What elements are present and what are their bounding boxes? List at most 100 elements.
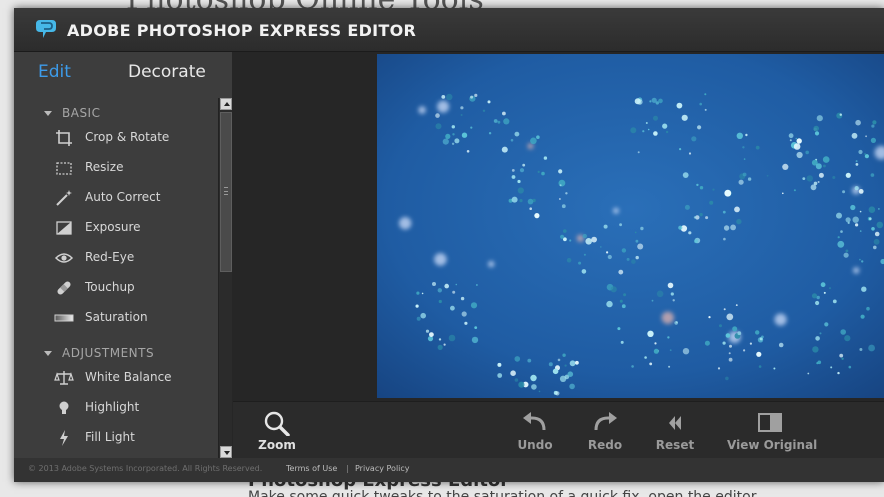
photo-image[interactable] [377, 54, 884, 398]
photo-droplet [865, 135, 867, 138]
photo-droplet [795, 137, 798, 140]
photo-bokeh [613, 207, 619, 214]
tool-red-eye[interactable]: Red-Eye [14, 246, 218, 270]
photo-droplet [631, 259, 636, 264]
photo-droplet [429, 332, 434, 337]
tool-fill-light[interactable]: Fill Light [14, 426, 218, 450]
photo-droplet [823, 164, 826, 168]
section-basic-label: BASIC [62, 106, 101, 120]
photo-bokeh [437, 100, 450, 113]
photo-droplet [450, 305, 455, 311]
scroll-thumb[interactable] [220, 112, 232, 272]
photo-droplet [510, 370, 516, 377]
photo-droplet [621, 304, 626, 309]
photo-droplet [845, 217, 851, 223]
photo-droplet [647, 128, 650, 131]
photo-droplet [674, 321, 678, 325]
footer: © 2013 Adobe Systems Incorporated. All R… [14, 458, 884, 482]
photo-droplet [435, 123, 442, 130]
photo-bokeh [399, 217, 412, 230]
photo-droplet [848, 365, 852, 369]
photo-droplet [482, 109, 486, 112]
saturation-icon [54, 314, 74, 322]
tool-touchup[interactable]: Touchup [14, 276, 218, 300]
photo-droplet [691, 136, 697, 142]
photo-droplet [662, 123, 668, 129]
photo-droplet [451, 125, 455, 129]
photo-droplet [734, 206, 740, 213]
redo-button[interactable]: Redo [583, 402, 627, 459]
privacy-policy-link[interactable]: Privacy Policy [355, 464, 410, 473]
photo-droplet [651, 97, 657, 103]
tool-resize[interactable]: Resize [14, 156, 218, 180]
photo-droplet [813, 125, 819, 132]
photo-droplet [536, 135, 540, 139]
photo-droplet [688, 231, 692, 235]
photo-droplet [852, 216, 859, 223]
photo-droplet [559, 184, 562, 187]
photo-droplet [861, 260, 864, 263]
tool-saturation[interactable]: Saturation [14, 306, 218, 330]
undo-button[interactable]: Undo [513, 402, 557, 459]
photo-droplet [855, 119, 861, 126]
photo-droplet [788, 133, 794, 139]
tab-decorate[interactable]: Decorate [128, 62, 206, 82]
photo-droplet [870, 137, 876, 143]
photo-droplet [814, 131, 820, 136]
photo-droplet [679, 148, 682, 151]
editor-window: ADOBE PHOTOSHOP EXPRESS EDITOR Edit Deco… [14, 8, 884, 482]
photo-droplet [861, 286, 867, 292]
photo-droplet [529, 207, 532, 210]
terms-of-use-link[interactable]: Terms of Use [286, 464, 337, 473]
photo-droplet [782, 192, 784, 195]
photo-droplet [425, 329, 430, 333]
photo-droplet [704, 108, 707, 111]
photo-droplet [705, 216, 709, 220]
copyright-text: © 2013 Adobe Systems Incorporated. All R… [28, 464, 263, 473]
panel-scrollbar[interactable] [218, 98, 232, 458]
photo-droplet [855, 163, 859, 166]
footer-separator: | [346, 464, 349, 473]
photo-droplet [519, 199, 523, 203]
section-basic[interactable]: BASIC [14, 104, 218, 124]
tool-exposure-label: Exposure [85, 220, 141, 234]
photo-droplet [817, 360, 822, 365]
tab-edit[interactable]: Edit [38, 62, 71, 82]
redo-label: Redo [587, 438, 623, 452]
photo-droplet [816, 115, 823, 122]
photo-droplet [738, 179, 744, 185]
tool-crop-rotate[interactable]: Crop & Rotate [14, 126, 218, 150]
photo-droplet [735, 304, 738, 306]
photo-droplet [558, 179, 566, 187]
photo-droplet [868, 344, 875, 352]
zoom-button[interactable]: Zoom [251, 402, 303, 459]
lightning-icon [60, 430, 68, 446]
view-original-button[interactable]: View Original [727, 402, 817, 459]
tool-white-balance[interactable]: White Balance [14, 366, 218, 390]
photo-droplet [591, 236, 597, 243]
photo-droplet [471, 336, 479, 344]
photo-droplet [708, 316, 711, 319]
tool-auto-correct[interactable]: Auto Correct [14, 186, 218, 210]
photo-droplet [548, 362, 553, 367]
photo-droplet [688, 152, 692, 155]
photo-droplet [697, 125, 702, 130]
photo-droplet [719, 324, 722, 328]
photo-droplet [815, 163, 822, 170]
grip-icon [224, 187, 228, 195]
photo-droplet [441, 95, 446, 99]
photo-droplet [460, 296, 465, 301]
photo-droplet [561, 204, 566, 209]
canvas-area [233, 52, 884, 401]
reset-button[interactable]: Reset [653, 402, 697, 459]
photo-droplet [416, 291, 420, 295]
photo-droplet [531, 384, 537, 390]
photo-droplet [511, 175, 516, 179]
section-adjustments[interactable]: ADJUSTMENTS [14, 344, 218, 364]
tool-highlight[interactable]: Highlight [14, 396, 218, 420]
photo-droplet [442, 138, 449, 145]
scroll-down-arrow-icon[interactable] [220, 446, 232, 458]
tool-exposure[interactable]: Exposure [14, 216, 218, 240]
photo-droplet [832, 176, 836, 179]
scroll-up-arrow-icon[interactable] [220, 98, 232, 110]
